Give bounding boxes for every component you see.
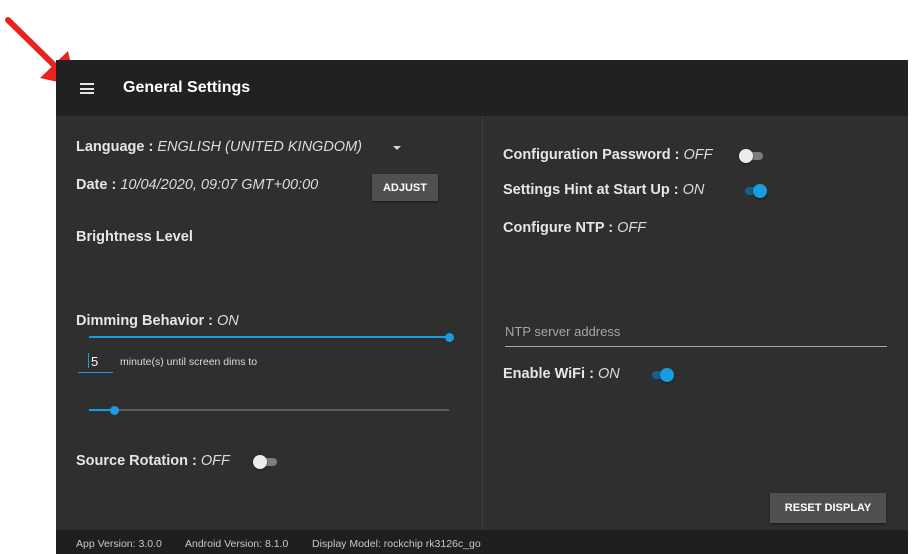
display-model: Display Model: rockchip rk3126c_go: [312, 538, 481, 550]
language-label: Language :: [76, 139, 154, 155]
adjust-date-button[interactable]: ADJUST: [372, 174, 438, 201]
source-rotation-state: OFF: [200, 453, 230, 469]
dim-minutes-text: minute(s) until screen dims to: [120, 356, 258, 368]
language-setting[interactable]: Language : ENGLISH (UNITED KINGDOM): [76, 139, 362, 155]
config-password-setting: Configuration Password : OFF: [503, 147, 712, 163]
status-footer: App Version: 3.0.0 Android Version: 8.1.…: [56, 530, 908, 554]
hamburger-menu-icon[interactable]: [80, 83, 94, 94]
date-value: 10/04/2020, 09:07 GMT+00:00: [120, 177, 319, 193]
config-password-state: OFF: [683, 147, 713, 163]
wifi-label: Enable WiFi :: [503, 366, 594, 382]
settings-hint-label: Settings Hint at Start Up :: [503, 182, 679, 198]
settings-hint-setting: Settings Hint at Start Up : ON: [503, 182, 704, 198]
ntp-server-placeholder: NTP server address: [505, 324, 621, 339]
date-label: Date :: [76, 177, 117, 193]
config-password-toggle[interactable]: [739, 149, 765, 163]
settings-hint-state: ON: [682, 182, 705, 198]
settings-hint-toggle[interactable]: [741, 184, 767, 198]
dim-level-slider-thumb[interactable]: [109, 405, 119, 415]
reset-display-button[interactable]: RESET DISPLAY: [770, 493, 886, 523]
settings-app: General Settings Language : ENGLISH (UNI…: [56, 60, 908, 554]
app-version: App Version: 3.0.0: [76, 538, 162, 550]
ntp-state: OFF: [617, 220, 647, 236]
ntp-label: Configure NTP :: [503, 220, 614, 236]
dimming-label: Dimming Behavior :: [76, 313, 213, 329]
config-password-label: Configuration Password :: [503, 147, 680, 163]
dimming-setting: Dimming Behavior : ON: [76, 313, 239, 329]
android-version: Android Version: 8.1.0: [185, 538, 289, 550]
brightness-slider[interactable]: [89, 330, 454, 344]
ntp-setting: Configure NTP : OFF: [503, 220, 646, 236]
dim-level-slider[interactable]: [89, 403, 449, 417]
source-rotation-setting: Source Rotation : OFF: [76, 453, 230, 469]
dim-minutes-value: 5: [91, 354, 99, 369]
brightness-label: Brightness Level: [76, 229, 193, 245]
page-title: General Settings: [123, 79, 251, 96]
dim-minutes-input[interactable]: 5: [78, 350, 113, 373]
top-app-bar: General Settings: [56, 60, 908, 116]
source-rotation-label: Source Rotation :: [76, 453, 197, 469]
date-setting: Date : 10/04/2020, 09:07 GMT+00:00: [76, 177, 318, 193]
brightness-slider-thumb[interactable]: [444, 332, 454, 342]
wifi-state: ON: [597, 366, 620, 382]
source-rotation-toggle[interactable]: [253, 455, 279, 469]
language-dropdown-icon[interactable]: [393, 146, 401, 150]
ntp-server-input[interactable]: NTP server address: [505, 318, 887, 347]
left-settings-panel: Language : ENGLISH (UNITED KINGDOM) Date…: [56, 116, 482, 530]
right-settings-panel: Configuration Password : OFF Settings Hi…: [483, 116, 908, 530]
wifi-toggle[interactable]: [648, 368, 674, 382]
wifi-setting: Enable WiFi : ON: [503, 366, 620, 382]
dimming-state: ON: [217, 313, 239, 329]
language-value: ENGLISH (UNITED KINGDOM): [157, 139, 362, 155]
